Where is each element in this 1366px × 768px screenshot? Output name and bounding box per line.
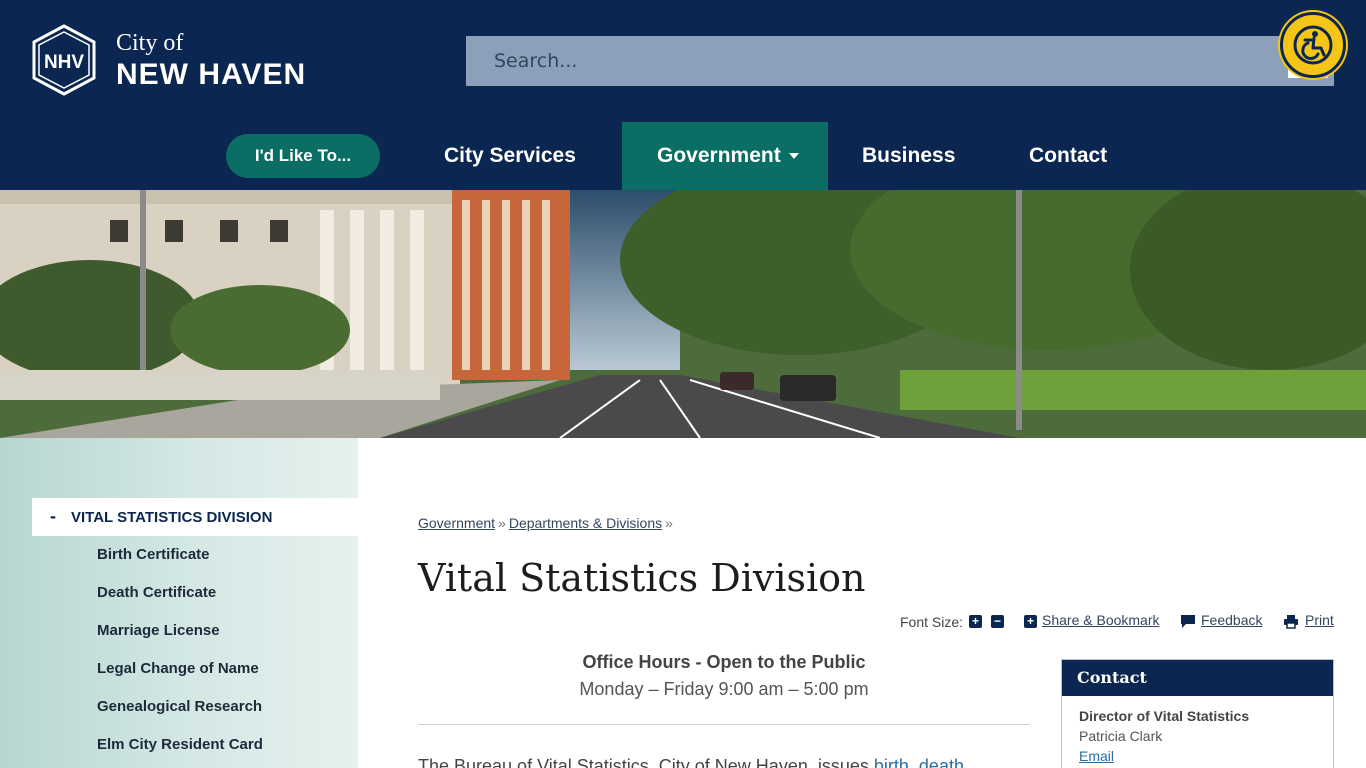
contact-email-link[interactable]: Email (1079, 748, 1114, 764)
nav-contact[interactable]: Contact (1029, 122, 1107, 190)
sidebar-item-death-certificate[interactable]: Death Certificate (97, 584, 216, 601)
intro-text: The Bureau of Vital Statistics, City of … (418, 756, 869, 768)
font-increase-icon[interactable]: + (969, 615, 982, 628)
contact-name: Patricia Clark (1079, 728, 1163, 744)
divider (418, 724, 1030, 725)
nhv-badge-icon: NHV (32, 24, 96, 96)
font-size-label: Font Size: (900, 614, 964, 630)
office-hours-time: Monday – Friday 9:00 am – 5:00 pm (579, 679, 869, 699)
sidebar-item-label: VITAL STATISTICS DIVISION (71, 509, 273, 526)
sidebar-item-birth-certificate[interactable]: Birth Certificate (97, 546, 210, 563)
search-input[interactable] (466, 36, 1286, 86)
breadcrumb-government[interactable]: Government (418, 515, 495, 531)
share-bookmark-link[interactable]: Share & Bookmark (1042, 612, 1160, 628)
id-like-to-button[interactable]: I'd Like To... (226, 134, 380, 178)
sidebar-item-marriage-license[interactable]: Marriage License (97, 622, 220, 639)
hero-banner-image (0, 190, 1366, 438)
office-hours-title: Office Hours - Open to the Public (582, 652, 866, 672)
main-nav: I'd Like To... City Services Government … (0, 122, 1366, 190)
logo-city-text: City of (116, 30, 184, 56)
contact-card: Contact Director of Vital Statistics Pat… (1061, 659, 1334, 768)
sidebar-item-genealogical-research[interactable]: Genealogical Research (97, 698, 262, 715)
share-plus-icon: + (1024, 615, 1037, 628)
badge-text: NHV (44, 52, 84, 73)
city-logo[interactable]: NHV City of NEW HAVEN (32, 24, 322, 100)
collapse-toggle[interactable]: - (50, 506, 56, 527)
office-hours: Office Hours - Open to the Public Monday… (418, 652, 1030, 700)
sidebar-nav: - VITAL STATISTICS DIVISION Birth Certif… (0, 438, 358, 768)
chevron-down-icon (788, 153, 799, 160)
feedback-icon (1181, 615, 1195, 628)
nav-business[interactable]: Business (862, 122, 955, 190)
accessibility-button[interactable] (1280, 12, 1346, 78)
nav-government[interactable]: Government (622, 122, 828, 190)
page-title: Vital Statistics Division (418, 556, 866, 600)
print-link[interactable]: Print (1305, 612, 1334, 628)
logo-name-text: NEW HAVEN (116, 58, 307, 91)
nav-city-services[interactable]: City Services (444, 122, 576, 190)
print-icon (1284, 615, 1298, 629)
contact-heading: Contact (1062, 660, 1333, 696)
feedback-link[interactable]: Feedback (1201, 612, 1262, 628)
sidebar-item-vital-statistics[interactable]: - VITAL STATISTICS DIVISION (32, 498, 358, 536)
breadcrumb-departments[interactable]: Departments & Divisions (509, 515, 662, 531)
sidebar-item-legal-change-of-name[interactable]: Legal Change of Name (97, 660, 259, 677)
birth-link[interactable]: birth (874, 756, 909, 768)
site-header: NHV City of NEW HAVEN I'd Like To... Cit… (0, 0, 1366, 190)
breadcrumb-separator: » (498, 515, 506, 531)
sidebar-item-elm-city-resident-card[interactable]: Elm City Resident Card (97, 736, 263, 753)
wheelchair-icon (1293, 25, 1333, 65)
font-decrease-icon[interactable]: − (991, 615, 1004, 628)
breadcrumb-separator: » (665, 515, 673, 531)
intro-paragraph: The Bureau of Vital Statistics, City of … (418, 756, 1030, 768)
contact-role: Director of Vital Statistics (1079, 708, 1250, 724)
breadcrumb: Government» Departments & Divisions» (418, 515, 676, 531)
death-link[interactable]: death (919, 756, 964, 768)
street-scene-illustration (0, 190, 1366, 438)
nav-government-label: Government (657, 144, 781, 167)
search-box (466, 36, 1334, 86)
page-tools: Font Size: + − + Share & Bookmark Feedba… (900, 612, 1334, 632)
